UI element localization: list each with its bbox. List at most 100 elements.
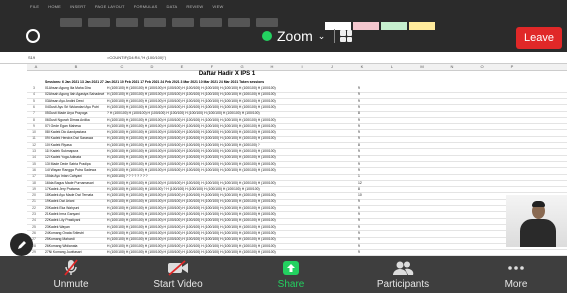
taken-sessions-cell[interactable]: 9 [358, 237, 360, 241]
row-number[interactable]: 5 [27, 99, 41, 103]
row-number[interactable]: 22 [27, 206, 41, 210]
student-name-cell[interactable]: 06Gusti Ngurah Dimas Ardika [45, 118, 105, 122]
row-number[interactable]: 3 [27, 86, 41, 90]
student-name-cell[interactable]: 08I Kadek Dio Aandyastara [45, 130, 105, 134]
ribbon-tab[interactable]: INSERT [70, 4, 86, 9]
taken-sessions-cell[interactable]: 9 [358, 149, 360, 153]
attendance-cells[interactable]: H (100/100) H (100/100) H (100/100) H (1… [107, 136, 276, 140]
attendance-cells[interactable]: H (100/100) H (100/100) H (100/100) H (1… [107, 237, 276, 241]
row-number[interactable]: 8 [27, 118, 41, 122]
attendance-cells[interactable]: H (100/100) H (100/100) H (100/100) H (1… [107, 105, 276, 109]
attendance-cells[interactable]: H (100/100) H (100/100) H (100/100) H (1… [107, 155, 276, 159]
ribbon-tool[interactable] [200, 18, 222, 27]
attendance-cells[interactable]: H (100/100) H (100/100) H (100/100) H (1… [107, 168, 276, 172]
row-number[interactable]: 7 [27, 111, 41, 115]
attendance-cells[interactable]: H (100/100) H (100/100) H (100/100) H (1… [107, 193, 276, 197]
row-number[interactable]: 25 [27, 225, 41, 229]
student-name-cell[interactable]: 16Ida Bagus Made Purnamasari [45, 181, 105, 185]
student-name-cell[interactable]: 19Kadek Dwi Ariani [45, 199, 105, 203]
attendance-cells[interactable]: ? H (100/100) H (100/100) H (100/100) H … [107, 111, 260, 115]
attendance-cells[interactable]: H (100/100) ? ? ? ? ? ? ? ? [107, 174, 148, 178]
row-number[interactable]: 24 [27, 218, 41, 222]
student-name-cell[interactable]: 14I Wayan Rangga Putra Sadewa [45, 168, 105, 172]
student-name-cell[interactable]: 22Kadek Lily Prastiyani [45, 218, 105, 222]
attendance-cells[interactable]: H (100/100) H (100/100) H (100/100) H (1… [107, 143, 260, 147]
student-name-cell[interactable]: 03Ahsan Ayu Andini Dewi [45, 99, 105, 103]
student-name-cell[interactable]: 10I Kadek Riyasa [45, 143, 105, 147]
taken-sessions-cell[interactable]: 9 [358, 250, 360, 254]
attendance-cells[interactable]: H (100/100) H (100/100) H (100/100) ? H … [107, 187, 260, 191]
column-header[interactable]: O [467, 64, 497, 70]
participants-button[interactable]: Participants [368, 258, 438, 290]
student-name-cell[interactable]: 12I Kadek Yoga Adinata [45, 155, 105, 159]
attendance-cells[interactable]: H (100/100) H (100/100) H (100/100) H (1… [107, 225, 276, 229]
taken-sessions-cell[interactable]: 8 [358, 111, 360, 115]
attendance-cells[interactable]: H (100/100) H (100/100) H (100/100) H (1… [107, 206, 276, 210]
student-name-cell[interactable]: 07I Gede Egan Mahesa [45, 124, 105, 128]
column-header[interactable]: I [287, 64, 317, 70]
style-swatch[interactable] [409, 22, 435, 30]
ribbon-tool[interactable] [116, 18, 138, 27]
taken-sessions-cell[interactable]: 9 [358, 218, 360, 222]
ribbon-tab[interactable]: PAGE LAYOUT [95, 4, 125, 9]
formula-input[interactable]: =COUNTIF(D4:R4,"H (100/100)") [107, 55, 166, 60]
column-header[interactable]: A [27, 64, 45, 70]
student-name-cell[interactable]: 25Komang Mahardi [45, 237, 105, 241]
ribbon-tab[interactable]: HOME [48, 4, 61, 9]
start-video-button[interactable]: Start Video [143, 258, 213, 290]
taken-sessions-cell[interactable]: 9 [358, 244, 360, 248]
row-number[interactable]: 26 [27, 231, 41, 235]
row-number[interactable]: 17 [27, 174, 41, 178]
student-name-cell[interactable]: 11I Kadek Sukmapura [45, 149, 105, 153]
ribbon-tool[interactable] [88, 18, 110, 27]
column-header[interactable]: K [347, 64, 377, 70]
attendance-cells[interactable]: H (100/100) H (100/100) H (100/100) H (1… [107, 244, 276, 248]
taken-sessions-cell[interactable]: 9 [358, 118, 360, 122]
participant-video[interactable] [506, 195, 567, 247]
more-button[interactable]: More [481, 258, 551, 290]
attendance-cells[interactable]: H (100/100) H (100/100) H (100/100) H (1… [107, 162, 276, 166]
column-header[interactable]: E [167, 64, 197, 70]
row-number[interactable]: 12 [27, 143, 41, 147]
student-name-cell[interactable]: 09I Kadek Hendra Dwi Saraswa [45, 136, 105, 140]
taken-sessions-cell[interactable]: 9 [358, 231, 360, 235]
taken-sessions-cell[interactable]: 10 [358, 193, 362, 197]
ribbon-tool[interactable] [60, 18, 82, 27]
row-number[interactable]: 4 [27, 92, 41, 96]
taken-sessions-cell[interactable]: 9 [358, 206, 360, 210]
column-header[interactable]: N [437, 64, 467, 70]
attendance-cells[interactable]: H (100/100) H (100/100) H (100/100) H (1… [107, 118, 276, 122]
ribbon-tool[interactable] [172, 18, 194, 27]
row-number[interactable]: 6 [27, 105, 41, 109]
name-box[interactable]: S19 [28, 55, 35, 60]
taken-sessions-cell[interactable]: 9 [358, 155, 360, 159]
column-header[interactable]: F [197, 64, 227, 70]
column-header[interactable]: D [137, 64, 167, 70]
taken-sessions-cell[interactable]: 9 [358, 212, 360, 216]
taken-sessions-cell[interactable]: 9 [358, 86, 360, 90]
ribbon-tool[interactable] [256, 18, 278, 27]
gallery-view-icon[interactable] [340, 30, 353, 42]
student-name-cell[interactable]: 23Kadek Wayan [45, 225, 105, 229]
student-name-cell[interactable]: 02Ahsah Agung Ilah Agastya Sahadewi [45, 92, 105, 96]
row-number[interactable]: 14 [27, 155, 41, 159]
student-name-cell[interactable]: 20Kadek Eka Wahyuni [45, 206, 105, 210]
ribbon-tab[interactable]: REVIEW [186, 4, 203, 9]
row-number[interactable]: 10 [27, 130, 41, 134]
taken-sessions-cell[interactable]: 1 [358, 174, 360, 178]
zoom-view-menu[interactable]: Zoom ⌄ [262, 28, 353, 44]
column-header[interactable]: J [317, 64, 347, 70]
column-header[interactable]: P [497, 64, 527, 70]
student-name-cell[interactable]: 15Ida Ayu Intan Cahyani [45, 174, 105, 178]
style-swatch[interactable] [353, 22, 379, 30]
taken-sessions-cell[interactable]: 9 [358, 136, 360, 140]
taken-sessions-cell[interactable]: 12 [358, 181, 362, 185]
column-header[interactable]: C [107, 64, 137, 70]
student-name-cell[interactable]: 27Ni Komang Juwitasari [45, 250, 105, 254]
style-swatch[interactable] [381, 22, 407, 30]
row-number[interactable]: 18 [27, 181, 41, 185]
ribbon-tab[interactable]: FORMULAS [134, 4, 158, 9]
attendance-cells[interactable]: H (100/100) H (100/100) H (100/100) H (1… [107, 250, 276, 254]
row-number[interactable]: 21 [27, 199, 41, 203]
row-number[interactable]: 13 [27, 149, 41, 153]
